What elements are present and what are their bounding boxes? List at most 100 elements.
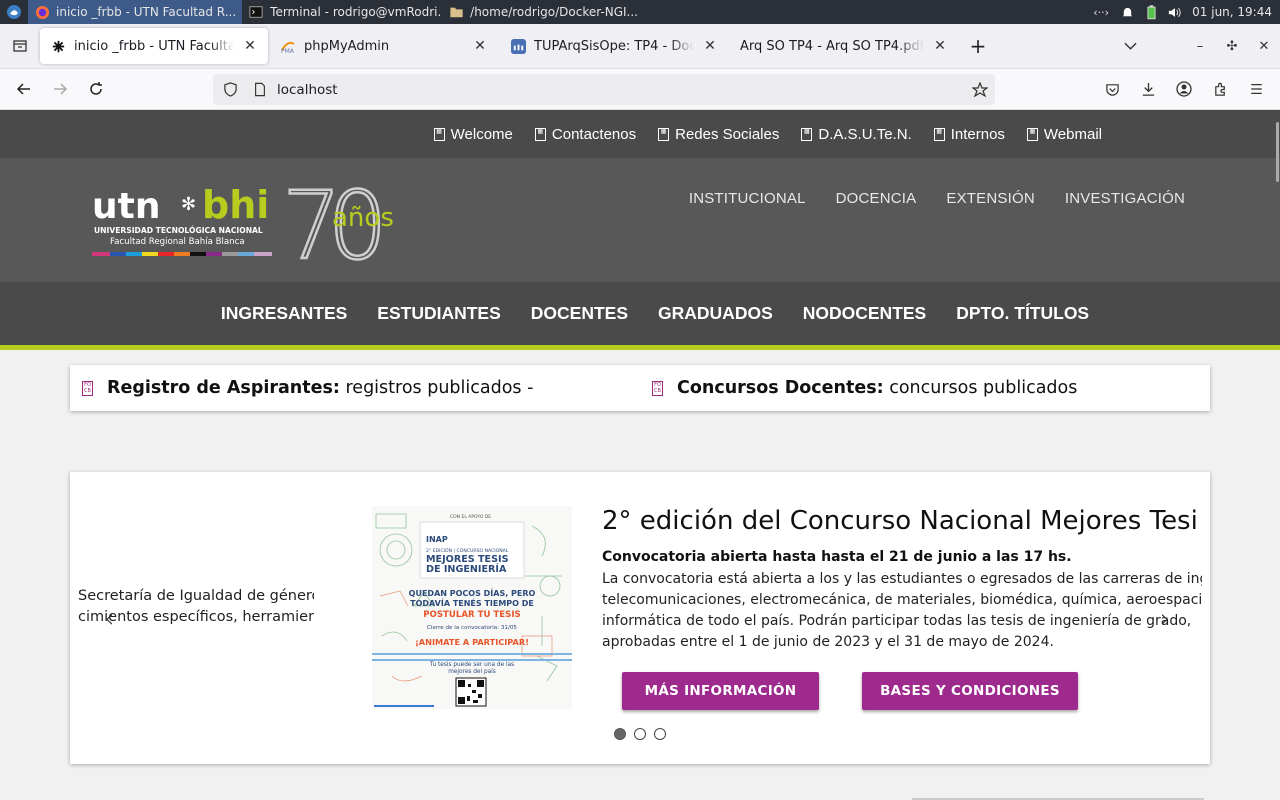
close-tab-icon[interactable]: ✕ [472,38,488,54]
mainnav-graduados[interactable]: GRADUADOS [658,303,773,324]
mainnav-ingresantes[interactable]: INGRESANTES [221,303,347,324]
document-icon: FO CB [652,380,663,396]
document-icon: ▦ [534,127,546,141]
svg-text:✻: ✻ [181,194,196,215]
shield-icon[interactable] [215,75,245,105]
tab-moodle[interactable]: TUPArqSisOpe: TP4 - Docker - ✕ [500,28,728,64]
svg-text:TODAVÍA TENÉS TIEMPO DE: TODAVÍA TENÉS TIEMPO DE [410,597,534,608]
taskbar-task-label: inicio _frbb - UTN Facultad R... [56,5,237,19]
concurso-tesis-poster[interactable]: CON EL APOYO DE INAP 2° EDICIÓN | CONCUR… [372,506,572,709]
tab-utn[interactable]: inicio _frbb - UTN Facultad Re ✕ [40,28,268,64]
utn-bhi-70-logo[interactable]: utn ✻ bhi UNIVERSIDAD TECNOLÓGICA NACION… [92,182,422,262]
topbar-link-dasuten[interactable]: ▦ D.A.S.U.Te.N. [801,126,912,143]
news-carousel: Secretaría de Igualdad de género y cimie… [70,472,1210,764]
svg-text:CON EL APOYO DE: CON EL APOYO DE [450,514,491,520]
maximize-icon[interactable]: ✣ [1216,30,1248,62]
tab-list-button[interactable] [0,24,40,69]
document-icon: ▦ [1026,127,1038,141]
xfce-mouse-icon [7,5,21,19]
close-tab-icon[interactable]: ✕ [702,38,718,54]
svg-text:POSTULAR TU TESIS: POSTULAR TU TESIS [423,610,521,620]
battery-icon[interactable] [1144,4,1158,19]
nav-investigacion[interactable]: INVESTIGACIÓN [1065,190,1185,207]
web-page: ▦ Welcome ▦ Contactenos ▦ Redes Sociales ▦ D… [0,110,1280,800]
browser-tab-bar: inicio _frbb - UTN Facultad Re ✕ PMA php… [0,24,1280,69]
document-icon: ▦ [801,127,813,141]
url-bar[interactable]: localhost [213,74,995,105]
carousel-dot-3[interactable] [654,728,666,740]
topbar-link-welcome[interactable]: ▦ Welcome [433,126,513,143]
network-icon[interactable]: ‹··› [1092,5,1110,19]
page-icon[interactable] [245,75,275,105]
tab-title: TUPArqSisOpe: TP4 - Docker - [534,38,694,54]
app-menu-button[interactable] [0,0,28,24]
color-stripe [92,252,272,256]
site-header: utn ✻ bhi UNIVERSIDAD TECNOLÓGICA NACION… [0,158,1280,282]
moodle-favicon [510,38,526,54]
tab-overflow-chevron-icon[interactable] [1114,30,1146,62]
close-tab-icon[interactable]: ✕ [932,38,948,54]
pocket-icon[interactable] [1094,73,1130,105]
tab-title: inicio _frbb - UTN Facultad Re [74,38,234,54]
header-nav: INSTITUCIONAL DOCENCIA EXTENSIÓN INVESTI… [689,190,1185,207]
topbar-link-internos[interactable]: ▦ Internos [933,126,1005,143]
page-scrollbar[interactable] [1276,122,1279,182]
svg-text:mejores del país: mejores del país [448,668,496,675]
nav-docencia[interactable]: DOCENCIA [836,190,917,207]
forward-button[interactable] [42,73,78,105]
carousel-dot-2[interactable] [634,728,646,740]
taskbar-task-terminal[interactable]: Terminal - rodrigo@vmRodri... [242,0,442,24]
account-icon[interactable] [1166,73,1202,105]
main-nav: INGRESANTES ESTUDIANTES DOCENTES GRADUAD… [0,282,1280,350]
downloads-icon[interactable] [1130,73,1166,105]
svg-text:¡ANIMATE A PARTICIPAR!: ¡ANIMATE A PARTICIPAR! [415,637,529,647]
document-icon: ▦ [658,127,670,141]
notification-bell-icon[interactable] [1120,5,1134,19]
taskbar-task-label: /home/rodrigo/Docker-NGI... [470,5,638,19]
tray-icon [13,40,27,52]
topbar-link-webmail[interactable]: ▦ Webmail [1026,126,1102,143]
tab-title: Arq SO TP4 - Arq SO TP4.pdf [740,38,924,54]
topbar-link-redes[interactable]: ▦ Redes Sociales [658,126,779,143]
svg-text:DE INGENIERÍA: DE INGENIERÍA [426,562,507,575]
folder-icon [448,4,464,20]
nav-extension[interactable]: EXTENSIÓN [946,190,1034,207]
slide-title[interactable]: 2° edición del Concurso Nacional Mejores… [602,506,1202,536]
topbar-link-contactenos[interactable]: ▦ Contactenos [534,126,636,143]
mainnav-docentes[interactable]: DOCENTES [531,303,628,324]
mas-informacion-button[interactable]: MÁS INFORMACIÓN [622,672,819,710]
taskbar-task-files[interactable]: /home/rodrigo/Docker-NGI... [442,0,642,24]
new-tab-button[interactable]: + [960,28,996,64]
tab-phpmyadmin[interactable]: PMA phpMyAdmin ✕ [270,28,498,64]
volume-icon[interactable] [1168,5,1182,19]
ticker-item-concursos[interactable]: FO CB Concursos Docentes: concursos publi… [652,378,1077,398]
mainnav-nodocentes[interactable]: NODOCENTES [803,303,926,324]
ticker-item-aspirantes[interactable]: FO CB Registro de Aspirantes: registros p… [82,378,533,398]
extensions-icon[interactable] [1202,73,1238,105]
back-button[interactable] [6,73,42,105]
svg-text:años: años [332,203,394,233]
document-icon: ▦ [933,127,945,141]
bookmark-star-icon[interactable] [965,75,995,105]
menu-hamburger-icon[interactable] [1238,73,1274,105]
minimize-icon[interactable]: – [1184,30,1216,62]
nav-institucional[interactable]: INSTITUCIONAL [689,190,806,207]
carousel-prev-chevron-icon[interactable]: ‹ [104,604,114,634]
reload-button[interactable] [78,73,114,105]
close-window-icon[interactable]: ✕ [1248,30,1280,62]
clock[interactable]: 01 jun, 19:44 [1192,5,1272,19]
tab-pdf[interactable]: Arq SO TP4 - Arq SO TP4.pdf ✕ [730,28,958,64]
carousel-dot-1[interactable] [614,728,626,740]
close-tab-icon[interactable]: ✕ [242,38,258,54]
svg-text:PMA: PMA [281,48,295,54]
taskbar-task-firefox[interactable]: inicio _frbb - UTN Facultad R... [28,0,243,24]
mainnav-estudiantes[interactable]: ESTUDIANTES [377,303,500,324]
carousel-next-chevron-icon[interactable]: › [1160,604,1170,634]
os-taskbar: inicio _frbb - UTN Facultad R... Termina… [0,0,1280,24]
svg-text:QUEDAN POCOS DÍAS, PERO: QUEDAN POCOS DÍAS, PERO [409,587,536,598]
mainnav-dpto-titulos[interactable]: DPTO. TÍTULOS [956,303,1089,324]
svg-text:UNIVERSIDAD TECNOLÓGICA NACION: UNIVERSIDAD TECNOLÓGICA NACIONAL [94,226,263,235]
url-text[interactable]: localhost [277,82,338,98]
svg-text:Tu tesis puede ser una de las: Tu tesis puede ser una de las [429,662,514,668]
bases-condiciones-button[interactable]: BASES Y CONDICIONES [862,672,1078,710]
